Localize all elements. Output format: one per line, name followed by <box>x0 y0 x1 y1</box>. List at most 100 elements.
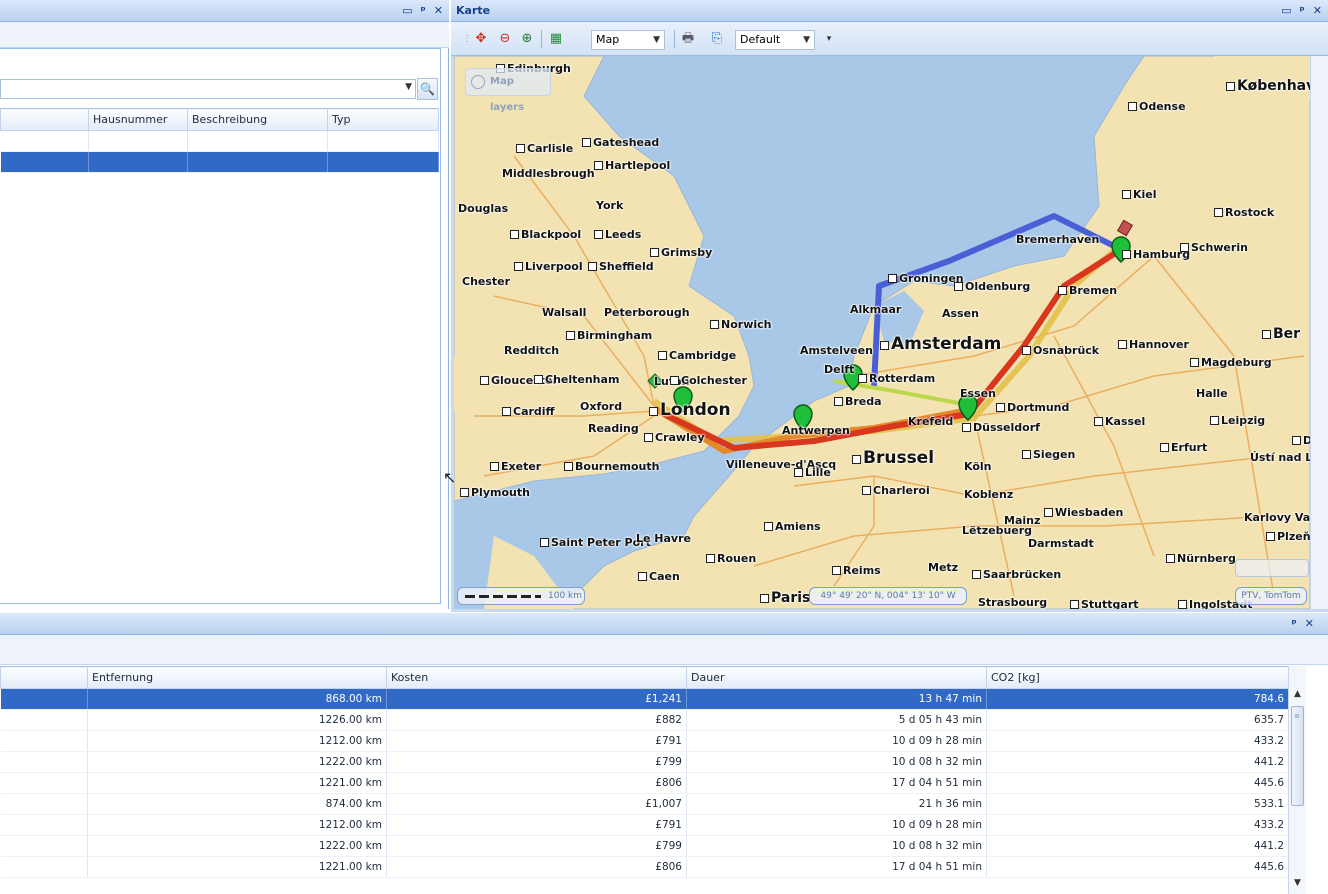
city-label: Le Havre <box>636 532 691 545</box>
table-row[interactable]: 1222.00 km £799 10 d 08 h 32 min 441.2 <box>0 751 1289 773</box>
city-label: York <box>596 199 624 212</box>
address-table-header: Hausnummer Beschreibung Typ <box>0 108 439 131</box>
city-label: Bremerhaven <box>1016 233 1100 246</box>
table-row-selected[interactable] <box>0 151 439 173</box>
address-combobox[interactable]: ▼ <box>0 79 416 99</box>
layout-icon[interactable]: ▦ <box>548 31 564 47</box>
city-label: Kiel <box>1122 188 1157 201</box>
row-cell <box>0 772 88 794</box>
city-label: Bremen <box>1058 284 1117 297</box>
city-label: Rostock <box>1214 206 1274 219</box>
cost-cell: £1,007 <box>386 793 687 815</box>
profile-select[interactable]: Default ▼ <box>735 30 815 50</box>
city-label: Köln <box>964 460 992 473</box>
address-panel-body: ▼ 🔍 Hausnummer Beschreibung Typ <box>0 48 441 604</box>
city-label: Hannover <box>1118 338 1189 351</box>
co2-cell: 635.7 <box>986 709 1289 731</box>
routes-table-header: Entfernung Kosten Dauer CO2 [kg] <box>0 666 1289 689</box>
zoom-out-icon[interactable]: ⊖ <box>497 31 513 47</box>
pan-icon[interactable]: ✥ <box>473 31 489 47</box>
column-header-co2[interactable]: CO2 [kg] <box>986 666 1289 689</box>
address-search-row: ▼ 🔍 <box>0 78 438 100</box>
routes-scrollbar[interactable]: ▲ ≡ ▼ <box>1288 666 1306 894</box>
map-canvas[interactable]: Edinburgh København Odense Carlisle Gate… <box>454 56 1310 609</box>
city-label: Colchester <box>670 374 747 387</box>
row-cell <box>0 730 88 752</box>
column-header-hausnummer[interactable]: Hausnummer <box>88 108 188 131</box>
city-label: Delft <box>824 363 855 376</box>
column-header-kosten[interactable]: Kosten <box>386 666 687 689</box>
map-side-scrollbar[interactable] <box>1310 56 1328 609</box>
map-layers-button[interactable]: Map layers <box>465 68 551 113</box>
routes-panel-titlebar: ᵖ ✕ <box>0 613 1328 635</box>
distance-cell: 1226.00 km <box>87 709 387 731</box>
city-label: Düsseldorf <box>962 421 1040 434</box>
routes-panel-window-buttons: ᵖ ✕ <box>1292 613 1315 635</box>
city-label: Rouen <box>706 552 756 565</box>
column-header-entfernung[interactable]: Entfernung <box>87 666 387 689</box>
map-type-select[interactable]: Map ▼ <box>591 30 665 50</box>
column-header-typ[interactable]: Typ <box>327 108 439 131</box>
cost-cell: £806 <box>386 856 687 878</box>
distance-cell: 1222.00 km <box>87 835 387 857</box>
close-icon[interactable]: ✕ <box>1313 0 1322 22</box>
table-row-selected[interactable]: 868.00 km £1,241 13 h 47 min 784.6 <box>0 688 1289 710</box>
column-header-dauer[interactable]: Dauer <box>686 666 987 689</box>
table-row[interactable]: 1212.00 km £791 10 d 09 h 28 min 433.2 <box>0 730 1289 752</box>
zoom-slider[interactable] <box>1235 559 1309 577</box>
column-header-beschreibung[interactable]: Beschreibung <box>187 108 328 131</box>
city-label: Cardiff <box>502 405 554 418</box>
cost-cell: £882 <box>386 709 687 731</box>
table-row[interactable]: 1221.00 km £806 17 d 04 h 51 min 445.6 <box>0 772 1289 794</box>
pin-icon[interactable]: ᵖ <box>1300 0 1305 22</box>
pin-icon[interactable]: ᵖ <box>421 0 426 22</box>
export-icon[interactable]: ⎘ <box>709 31 725 47</box>
scroll-up-icon[interactable]: ▲ <box>1289 689 1306 705</box>
cost-cell: £791 <box>386 814 687 836</box>
close-icon[interactable]: ✕ <box>434 0 443 22</box>
duration-cell: 10 d 08 h 32 min <box>686 835 987 857</box>
city-label: Amsterdam <box>880 334 1001 354</box>
column-header[interactable] <box>0 108 89 131</box>
search-button[interactable]: 🔍 <box>417 78 438 100</box>
city-label: København <box>1226 78 1310 94</box>
column-header[interactable] <box>0 666 88 689</box>
close-icon[interactable]: ✕ <box>1305 613 1314 635</box>
row-cell <box>0 709 88 731</box>
city-label: Oldenburg <box>954 280 1030 293</box>
row-cell <box>0 814 88 836</box>
maximize-icon[interactable]: ▭ <box>1281 0 1291 22</box>
chevron-down-icon[interactable]: ▼ <box>405 82 412 92</box>
table-row[interactable]: 1226.00 km £882 5 d 05 h 43 min 635.7 <box>0 709 1289 731</box>
zoom-in-icon[interactable]: ⊕ <box>519 31 535 47</box>
table-row[interactable]: 1212.00 km £791 10 d 09 h 28 min 433.2 <box>0 814 1289 836</box>
toolbar-overflow-icon[interactable]: ▾ <box>821 31 837 47</box>
routes-table-container: Entfernung Kosten Dauer CO2 [kg] 868.00 … <box>0 666 1306 894</box>
table-row[interactable]: 1221.00 km £806 17 d 04 h 51 min 445.6 <box>0 856 1289 878</box>
print-icon[interactable]: 🖶 <box>680 31 696 47</box>
scroll-thumb[interactable] <box>1291 706 1304 806</box>
toolbar-separator <box>674 30 675 48</box>
map-copyright: PTV, TomTom <box>1235 587 1307 605</box>
city-label: Nürnberg <box>1166 552 1236 565</box>
city-label: Dre <box>1292 434 1310 447</box>
scale-bar: 100 km <box>457 587 585 605</box>
distance-cell: 874.00 km <box>87 793 387 815</box>
table-row[interactable] <box>0 130 439 152</box>
city-label: Ber <box>1262 326 1300 342</box>
city-label: Liverpool <box>514 260 583 273</box>
scale-bar-graphic <box>465 595 541 598</box>
map-panel-titlebar: Karte ▭ ᵖ ✕ <box>451 0 1328 22</box>
city-label: Krefeld <box>908 415 954 428</box>
table-row[interactable]: 874.00 km £1,007 21 h 36 min 533.1 <box>0 793 1289 815</box>
city-label: Caen <box>638 570 680 583</box>
table-row[interactable]: 1222.00 km £799 10 d 08 h 32 min 441.2 <box>0 835 1289 857</box>
co2-cell: 445.6 <box>986 772 1289 794</box>
co2-cell: 441.2 <box>986 751 1289 773</box>
city-label: Paris <box>760 590 810 606</box>
co2-cell: 433.2 <box>986 814 1289 836</box>
scroll-down-icon[interactable]: ▼ <box>1289 878 1306 894</box>
city-label: Kassel <box>1094 415 1145 428</box>
maximize-icon[interactable]: ▭ <box>402 0 412 22</box>
pin-icon[interactable]: ᵖ <box>1292 613 1297 635</box>
